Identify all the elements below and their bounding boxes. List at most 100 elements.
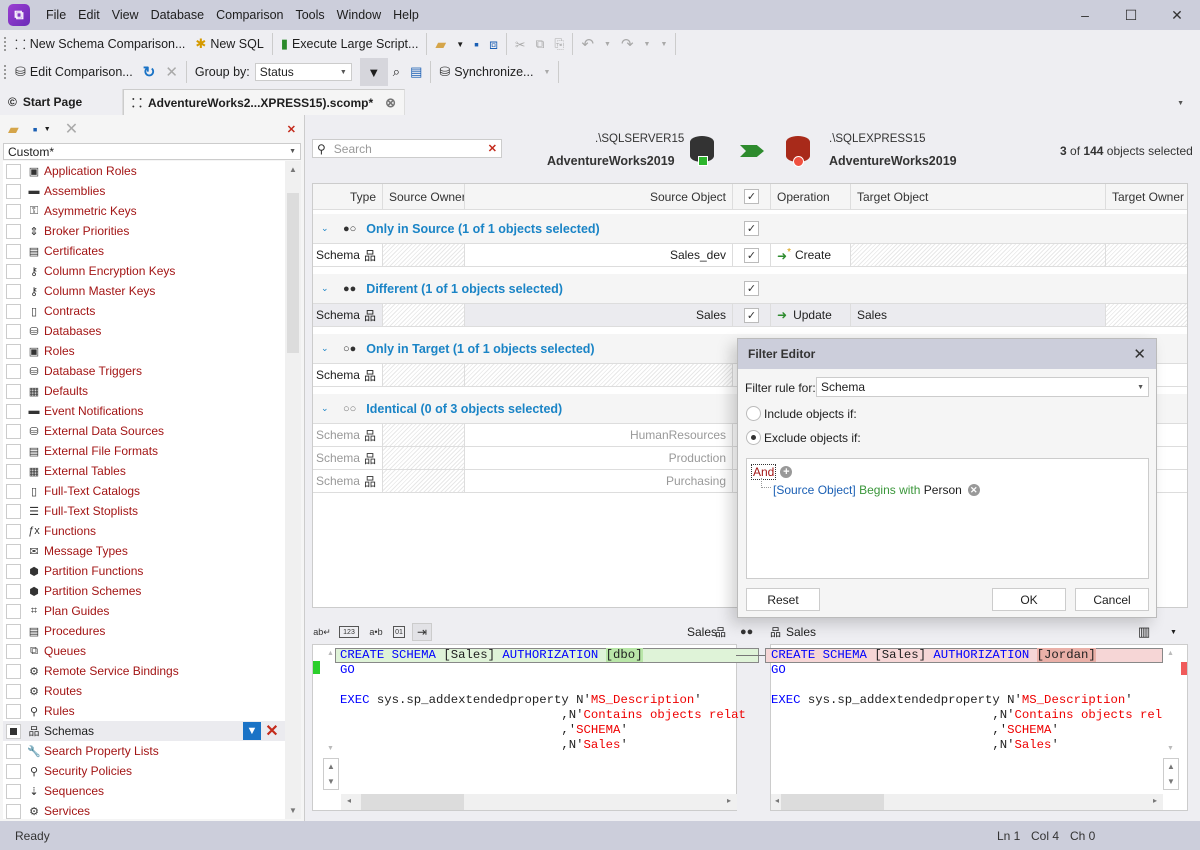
filter-button[interactable]: ▼ bbox=[359, 58, 388, 86]
close-tab-icon[interactable]: ⊗ bbox=[385, 95, 396, 111]
tabs-overflow-icon[interactable]: ▼ bbox=[1177, 100, 1184, 107]
scrollbar-thumb[interactable] bbox=[361, 794, 464, 810]
chevron-down-icon[interactable]: ⌄ bbox=[321, 223, 329, 234]
new-sql-button[interactable]: ✱ New SQL bbox=[190, 32, 268, 56]
source-code[interactable]: CREATE SCHEMA [Sales] AUTHORIZATION [dbo… bbox=[340, 648, 746, 753]
scrollbar-thumb[interactable] bbox=[781, 794, 884, 810]
cut-button[interactable]: ✂ bbox=[510, 32, 530, 56]
object-type-checkbox[interactable] bbox=[6, 283, 21, 299]
object-type-item[interactable]: ⚲ Security Policies bbox=[3, 761, 285, 781]
scroll-right-icon[interactable]: ▸ bbox=[727, 796, 731, 805]
word-wrap-icon[interactable]: ab↵ bbox=[312, 623, 332, 641]
redo-button[interactable]: ↷ bbox=[616, 32, 639, 56]
object-type-item[interactable]: ƒx Functions bbox=[3, 521, 285, 541]
open-filter-icon[interactable]: ▰ bbox=[8, 121, 19, 138]
column-type[interactable]: Type bbox=[313, 184, 383, 209]
object-type-item[interactable]: ⚷ Column Master Keys bbox=[3, 281, 285, 301]
target-script-pane[interactable]: CREATE SCHEMA [Sales] AUTHORIZATION [Jor… bbox=[765, 644, 1188, 811]
save-all-button[interactable]: ⧈ bbox=[484, 32, 503, 56]
column-target-object[interactable]: Target Object bbox=[851, 184, 1106, 209]
condition-operator[interactable]: Begins with bbox=[859, 483, 920, 497]
object-type-item[interactable]: ⛁ External Data Sources bbox=[3, 421, 285, 441]
scroll-down-icon[interactable]: ▼ bbox=[1167, 745, 1174, 752]
object-type-checkbox[interactable] bbox=[6, 363, 21, 379]
object-type-checkbox[interactable] bbox=[6, 243, 21, 259]
object-type-checkbox[interactable] bbox=[6, 343, 21, 359]
scroll-left-icon[interactable]: ◂ bbox=[347, 796, 351, 805]
object-type-item[interactable]: ⚙ Remote Service Bindings bbox=[3, 661, 285, 681]
object-type-item[interactable]: 品 Schemas ▼ ✕ bbox=[3, 721, 285, 741]
object-type-checkbox[interactable] bbox=[6, 443, 21, 459]
group-only-in-source[interactable]: ⌄ ●○ Only in Source (1 of 1 objects sele… bbox=[313, 214, 1187, 244]
object-type-item[interactable]: ▤ Procedures bbox=[3, 621, 285, 641]
object-type-checkbox[interactable] bbox=[6, 583, 21, 599]
object-type-item[interactable]: ▯ Full-Text Catalogs bbox=[3, 481, 285, 501]
object-type-item[interactable]: ✉ Message Types bbox=[3, 541, 285, 561]
select-all-checkbox[interactable]: ✓ bbox=[744, 189, 759, 204]
condition-field[interactable]: [Source Object] bbox=[773, 483, 856, 497]
menu-help[interactable]: Help bbox=[387, 8, 425, 22]
undo-dropdown[interactable]: ▼ bbox=[599, 32, 616, 56]
clear-search-icon[interactable]: ✕ bbox=[488, 142, 497, 155]
object-type-checkbox[interactable] bbox=[6, 423, 21, 439]
object-type-checkbox[interactable] bbox=[6, 323, 21, 339]
paste-button[interactable]: ⎘ bbox=[549, 32, 569, 56]
object-type-item[interactable]: ⇣ Sequences bbox=[3, 781, 285, 801]
delete-filter-icon[interactable]: ✕ bbox=[65, 119, 78, 139]
object-type-checkbox[interactable] bbox=[6, 563, 21, 579]
menu-comparison[interactable]: Comparison bbox=[210, 8, 289, 22]
close-dialog-icon[interactable]: ✕ bbox=[1133, 345, 1146, 363]
object-type-item[interactable]: ⚲ Rules bbox=[3, 701, 285, 721]
open-dropdown[interactable]: ▼ bbox=[451, 32, 469, 56]
object-type-checkbox[interactable] bbox=[6, 643, 21, 659]
menu-window[interactable]: Window bbox=[331, 8, 387, 22]
group-different[interactable]: ⌄ ●● Different (1 of 1 objects selected)… bbox=[313, 274, 1187, 304]
object-type-checkbox[interactable] bbox=[6, 603, 21, 619]
menu-edit[interactable]: Edit bbox=[72, 8, 106, 22]
object-type-item[interactable]: ☰ Full-Text Stoplists bbox=[3, 501, 285, 521]
whitespace-icon[interactable]: a•b bbox=[366, 623, 386, 641]
object-type-item[interactable]: ▣ Application Roles bbox=[3, 161, 285, 181]
exclude-radio[interactable]: Exclude objects if: bbox=[746, 430, 861, 445]
column-operation[interactable]: Operation bbox=[771, 184, 851, 209]
chevron-down-icon[interactable]: ⌄ bbox=[321, 403, 329, 414]
object-type-item[interactable]: ⛁ Databases bbox=[3, 321, 285, 341]
save-filter-icon[interactable]: ▪ bbox=[33, 121, 38, 137]
copy-button[interactable]: ⧉ bbox=[530, 32, 549, 56]
object-type-checkbox[interactable] bbox=[6, 203, 21, 219]
row-checkbox[interactable]: ✓ bbox=[744, 307, 759, 323]
object-type-item[interactable]: ⚙ Services bbox=[3, 801, 285, 819]
tab-start-page[interactable]: © Start Page bbox=[0, 89, 123, 115]
column-source-owner[interactable]: Source Owner bbox=[383, 184, 465, 209]
report-button[interactable]: ▤ bbox=[405, 60, 427, 84]
remove-condition-icon[interactable]: ✕ bbox=[967, 484, 980, 496]
object-list-scrollbar[interactable]: ▲ ▼ bbox=[285, 161, 301, 819]
toolbar-overflow[interactable]: ▼ bbox=[655, 32, 672, 56]
group-checkbox[interactable]: ✓ bbox=[744, 221, 759, 236]
object-type-checkbox[interactable] bbox=[6, 503, 21, 519]
new-schema-comparison-button[interactable]: ⸬ New Schema Comparison... bbox=[10, 32, 190, 56]
close-window-button[interactable]: ✕ bbox=[1154, 0, 1200, 30]
scrollbar-thumb[interactable] bbox=[287, 193, 299, 353]
object-type-item[interactable]: ▤ External File Formats bbox=[3, 441, 285, 461]
filter-rule-select[interactable]: Schema ▼ bbox=[816, 377, 1149, 397]
object-type-checkbox[interactable] bbox=[6, 483, 21, 499]
refresh-button[interactable]: ↻ bbox=[138, 60, 161, 84]
chevron-down-icon[interactable]: ▼ bbox=[44, 126, 51, 133]
include-radio-button[interactable] bbox=[746, 406, 761, 421]
tab-comparison[interactable]: ⸬ AdventureWorks2...XPRESS15).scomp* ⊗ bbox=[123, 89, 405, 115]
object-type-checkbox[interactable] bbox=[6, 683, 21, 699]
menu-database[interactable]: Database bbox=[145, 8, 211, 22]
object-type-checkbox[interactable] bbox=[6, 523, 21, 539]
scroll-right-icon[interactable]: ▸ bbox=[1153, 796, 1157, 805]
object-type-item[interactable]: ⬢ Partition Functions bbox=[3, 561, 285, 581]
object-type-item[interactable]: ▬ Assemblies bbox=[3, 181, 285, 201]
line-numbers-icon[interactable]: 123 bbox=[339, 626, 359, 638]
column-target-owner[interactable]: Target Owner bbox=[1106, 184, 1187, 209]
save-button[interactable]: ▪ bbox=[469, 32, 484, 56]
diff-nav-buttons[interactable]: ▲ ▼ bbox=[1163, 758, 1179, 790]
object-type-checkbox[interactable] bbox=[6, 463, 21, 479]
include-radio[interactable]: Include objects if: bbox=[746, 406, 857, 421]
column-source-object[interactable]: Source Object bbox=[465, 184, 733, 209]
object-type-item[interactable]: ⚿ Asymmetric Keys bbox=[3, 201, 285, 221]
